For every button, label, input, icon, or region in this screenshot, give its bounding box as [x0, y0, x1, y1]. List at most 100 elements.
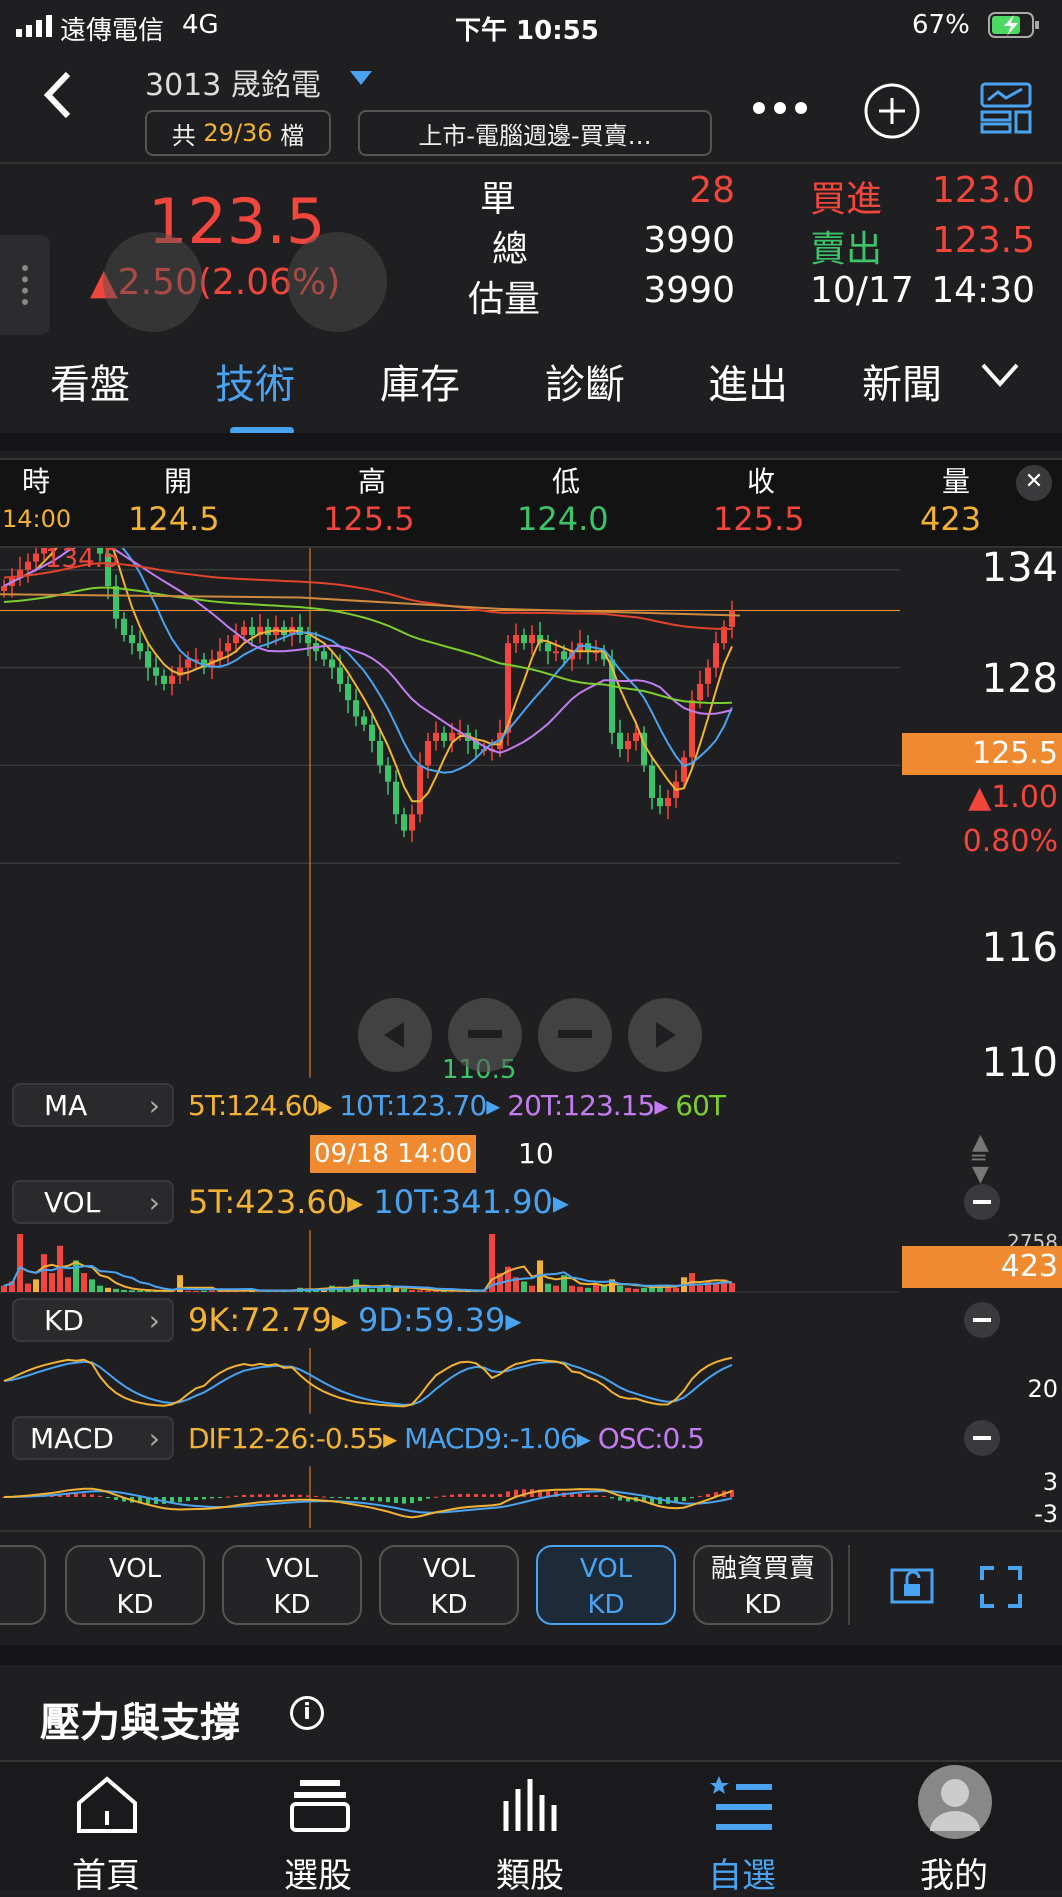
group-pill[interactable]: 上市-電腦週邊-買賣…	[358, 110, 712, 156]
ma240-line	[0, 593, 741, 617]
osc-bar	[98, 1495, 102, 1497]
indicator-preset-button[interactable]	[0, 1545, 46, 1625]
remove-kd-button[interactable]	[964, 1302, 1000, 1338]
pct-tag: 0.80%	[962, 824, 1058, 859]
tabs-expand-icon[interactable]	[980, 362, 1020, 392]
candle	[33, 553, 39, 562]
indicator-preset-button[interactable]: VOL KD	[536, 1545, 676, 1625]
candle	[409, 814, 415, 831]
tab-item[interactable]: 看盤	[50, 352, 130, 410]
quote-side-label: 賣出	[810, 229, 883, 270]
candle	[249, 626, 255, 635]
lock-icon[interactable]	[890, 1566, 934, 1610]
next-stock-button[interactable]	[287, 232, 387, 332]
ohlc-low-header: 低	[552, 465, 581, 498]
kd-selector[interactable]: KD ›	[12, 1298, 174, 1342]
zoom-out-button[interactable]	[448, 998, 522, 1072]
nav-item[interactable]: 首頁	[46, 1848, 166, 1897]
ma10: 10T:123.70	[339, 1089, 487, 1122]
add-icon[interactable]	[863, 82, 921, 144]
back-icon[interactable]	[40, 70, 76, 124]
y-label: 134	[981, 545, 1058, 591]
volume-bar	[185, 1290, 191, 1292]
macd-chart	[2, 1466, 734, 1528]
remove-vol-button[interactable]	[964, 1184, 1000, 1220]
osc-bar	[698, 1495, 702, 1497]
tab-item[interactable]: 庫存	[380, 352, 460, 410]
indicator-preset-button[interactable]: 融資買賣 KD	[693, 1545, 833, 1625]
volume-bar	[17, 1234, 23, 1292]
macd-selector[interactable]: MACD ›	[12, 1416, 174, 1460]
osc-bar	[282, 1494, 286, 1497]
osc-bar	[298, 1494, 302, 1497]
tab-item[interactable]: 進出	[708, 352, 788, 410]
indicator-preset-button[interactable]: VOL KD	[222, 1545, 362, 1625]
osc-bar	[82, 1493, 86, 1497]
nav-item[interactable]: 選股	[258, 1848, 378, 1897]
quote-side-value: 123.5	[931, 220, 1035, 261]
watchlist-icon[interactable]	[710, 1775, 774, 1839]
candle	[113, 586, 119, 619]
volume-bar	[409, 1289, 415, 1292]
kd-label: KD	[44, 1303, 84, 1337]
divider	[0, 1645, 1062, 1665]
tab-item[interactable]: 診斷	[545, 352, 625, 410]
stock-count-pill[interactable]: 共 29/36 檔	[145, 110, 331, 156]
volume-bar	[105, 1287, 111, 1292]
zoom-in-button[interactable]	[538, 998, 612, 1072]
vol-selector[interactable]: VOL ›	[12, 1180, 174, 1224]
nav-item[interactable]: 類股	[470, 1848, 590, 1897]
scroll-right-button[interactable]	[628, 998, 702, 1072]
volume-bar	[401, 1288, 407, 1292]
fullscreen-icon[interactable]	[980, 1566, 1022, 1612]
volume-bar	[41, 1254, 47, 1292]
home-icon[interactable]	[75, 1775, 139, 1839]
quote-label: 估量	[468, 279, 541, 320]
osc-bar	[354, 1497, 358, 1500]
close-ohlc-icon[interactable]: ✕	[1016, 465, 1052, 501]
osc-bar	[194, 1497, 198, 1501]
osc-bar	[314, 1495, 318, 1497]
avatar[interactable]	[918, 1765, 992, 1839]
volume-bar	[49, 1273, 55, 1292]
sector-icon[interactable]	[500, 1775, 564, 1839]
screener-icon[interactable]	[290, 1778, 350, 1838]
ohlc-low: 124.0	[517, 500, 609, 538]
candle	[657, 798, 663, 807]
candle	[145, 651, 151, 668]
info-icon[interactable]: i	[290, 1696, 324, 1730]
prev-stock-button[interactable]	[103, 232, 203, 332]
tab-item[interactable]: 新聞	[862, 352, 942, 410]
candle	[617, 732, 623, 750]
y-label: 110	[981, 1040, 1058, 1086]
osc-bar	[418, 1497, 422, 1502]
y-label: 128	[981, 656, 1058, 702]
ohlc-close: 125.5	[713, 500, 805, 538]
volume-bar	[553, 1285, 559, 1292]
tab-item[interactable]: 技術	[215, 352, 295, 410]
divider	[0, 433, 1062, 451]
network: 4G	[182, 10, 219, 40]
volume-bar	[417, 1290, 423, 1292]
dropdown-icon[interactable]	[350, 70, 372, 89]
candle	[161, 675, 167, 684]
candle	[681, 757, 687, 782]
volume-bar	[641, 1287, 647, 1292]
indicator-preset-button[interactable]: VOL KD	[65, 1545, 205, 1625]
nav-item[interactable]: 我的	[894, 1848, 1014, 1897]
nav-item[interactable]: 自選	[682, 1848, 802, 1897]
resize-handle-icon[interactable]: ▲ ═ ▼	[972, 1132, 989, 1186]
osc-bar	[218, 1497, 222, 1498]
more-icon[interactable]	[752, 100, 808, 119]
side-handle[interactable]	[0, 235, 50, 335]
candle	[633, 732, 639, 741]
volume-bar	[201, 1290, 207, 1292]
scroll-left-button[interactable]	[358, 998, 432, 1072]
osc-bar	[394, 1497, 398, 1504]
indicator-preset-button[interactable]: VOL KD	[379, 1545, 519, 1625]
osc-bar	[506, 1491, 510, 1497]
remove-macd-button[interactable]	[964, 1420, 1000, 1456]
stock-title[interactable]: 3013 晟銘電	[145, 60, 321, 104]
layout-icon[interactable]	[980, 82, 1032, 138]
ma-selector[interactable]: MA ›	[12, 1083, 174, 1127]
